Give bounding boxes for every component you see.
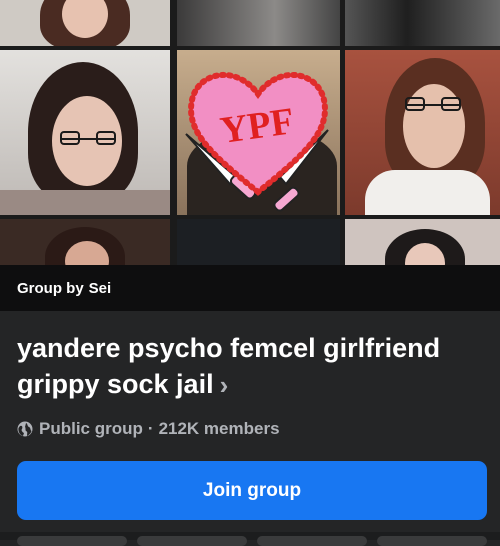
group-meta: Public group · 212K members [17,419,280,439]
group-cover-photo[interactable]: YPF [0,0,500,265]
member-count[interactable]: 212K members [159,419,280,439]
collage-photo [345,50,500,215]
collage-photo [177,219,340,265]
chevron-right-icon[interactable]: › [220,367,229,403]
collage-photo [345,0,500,46]
group-owner-name[interactable]: Sei [89,280,112,297]
ypf-heart-logo: YPF [185,71,329,212]
globe-icon [17,421,33,437]
group-by-label: Group by [17,279,84,297]
join-group-button[interactable]: Join group [17,461,487,520]
action-row-peek [0,532,500,546]
action-chip[interactable] [137,536,247,546]
action-chip[interactable] [17,536,127,546]
privacy-label: Public group [39,419,143,438]
action-chip[interactable] [377,536,487,546]
collage-photo [0,0,170,46]
collage-photo [177,0,340,46]
collage-photo [0,219,170,265]
group-title[interactable]: yandere psycho femcel girlfriend grippy … [17,330,457,402]
action-chip[interactable] [257,536,367,546]
glasses-icon [60,131,116,145]
collage-photo [345,219,500,265]
group-owner-bar: Group by Sei [0,265,500,311]
meta-separator: · [147,419,154,438]
glasses-icon [405,97,461,111]
group-title-text[interactable]: yandere psycho femcel girlfriend grippy … [17,333,440,399]
collage-photo [0,50,170,215]
